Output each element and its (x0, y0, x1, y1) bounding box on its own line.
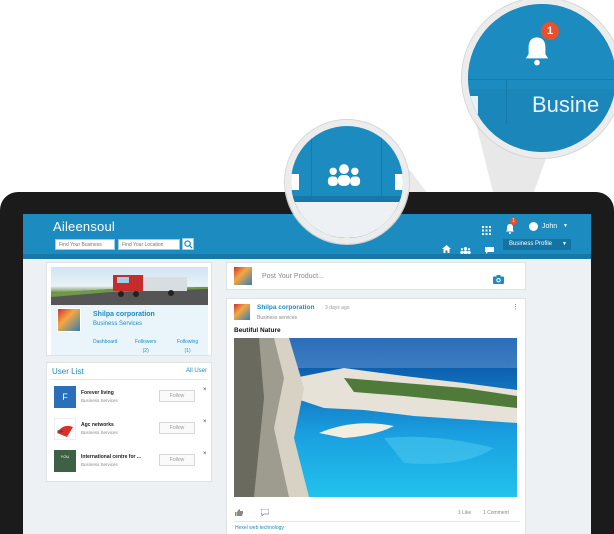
company-logo[interactable]: F (54, 386, 76, 408)
post-author-type: Business services (257, 315, 298, 321)
like-icon[interactable] (235, 509, 243, 518)
list-item: agc Agc networks Business Services Follo… (51, 417, 207, 443)
profile-card: Shilpa corporation Business Services Das… (46, 262, 212, 356)
like-count[interactable]: 1 Like (458, 510, 471, 516)
comment-count[interactable]: 1 Comment (483, 510, 509, 516)
app-screen: Aileensoul 1 John ▼ (23, 214, 591, 534)
notification-magnifier: 1 Busine (468, 4, 614, 152)
company-type: Business Services (81, 398, 118, 403)
stat-count: (1) (184, 348, 191, 354)
all-user-link[interactable]: All User (186, 368, 207, 374)
business-profile-zoom-label: Busine (532, 92, 600, 117)
bell-icon[interactable]: 1 (505, 218, 517, 239)
company-name[interactable]: Agc networks (81, 422, 114, 428)
close-icon[interactable]: × (203, 419, 207, 425)
profile-avatar[interactable] (57, 308, 81, 332)
people-magnifier (291, 126, 403, 238)
post-image[interactable] (234, 338, 517, 497)
divider (51, 379, 207, 380)
post-title: Beutiful Nature (234, 327, 281, 334)
post-composer: Post Your Product... (226, 262, 526, 290)
list-item: YOU International centre for ... Busines… (51, 449, 207, 475)
caret-down-icon: ▼ (563, 223, 568, 229)
search-button[interactable] (182, 238, 194, 250)
post-card: Shilpa corporation · 3 days ago Business… (226, 298, 526, 534)
user-list-card: User List All User F Forever living Busi… (46, 362, 212, 482)
search-icon (184, 240, 193, 249)
search-business-input[interactable] (55, 239, 115, 250)
home-icon (291, 174, 299, 190)
company-logo[interactable]: agc (54, 418, 76, 440)
company-name[interactable]: International centre for ... (81, 454, 141, 460)
post-timestamp: · 3 days ago (322, 305, 350, 311)
comment-icon[interactable] (260, 508, 270, 518)
follow-button[interactable]: Follow (159, 390, 195, 402)
profile-name[interactable]: Shilpa corporation (93, 311, 155, 318)
profile-type: Business Services (93, 321, 143, 327)
caret-down-icon: ▼ (562, 241, 567, 247)
post-author-name[interactable]: Shilpa corporation (257, 304, 314, 311)
people-icon (327, 164, 361, 191)
notification-badge: 1 (510, 218, 517, 225)
profile-cover-image (51, 267, 208, 305)
search-location-input[interactable] (118, 239, 180, 250)
company-logo[interactable]: YOU (54, 450, 76, 472)
close-icon[interactable]: × (203, 451, 207, 457)
user-avatar-icon (529, 222, 538, 231)
camera-icon[interactable] (493, 271, 504, 289)
stat-count: (2) (142, 348, 149, 354)
follow-button[interactable]: Follow (159, 454, 195, 466)
brand-logo[interactable]: Aileensoul (53, 219, 115, 234)
stat-followers[interactable]: Followers (2) (135, 339, 156, 354)
company-name[interactable]: Forever living (81, 390, 114, 396)
user-name: John (542, 223, 558, 230)
profile-info: Shilpa corporation Business Services Das… (51, 305, 208, 355)
business-profile-label: Business Profile (509, 241, 553, 247)
marketing-illustration: Aileensoul 1 John ▼ (0, 0, 614, 534)
next-post-author[interactable]: Hexel web technology (235, 525, 284, 531)
post-author-avatar[interactable] (234, 304, 250, 320)
stat-label: Followers (135, 339, 157, 345)
user-list-title: User List (52, 367, 84, 376)
composer-input[interactable]: Post Your Product... (262, 273, 324, 280)
chat-icon (395, 174, 403, 190)
apps-grid-icon[interactable] (482, 222, 491, 240)
close-icon[interactable]: × (203, 387, 207, 393)
more-options-icon[interactable]: ⋮ (512, 303, 519, 311)
stat-following[interactable]: Following (1) (177, 339, 198, 354)
stat-label: Following (177, 339, 199, 345)
stat-label: Dashboard (93, 339, 118, 345)
business-profile-dropdown[interactable]: Business Profile ▼ (503, 239, 571, 250)
divider (234, 521, 520, 522)
svg-text:agc: agc (57, 428, 63, 433)
chat-icon (468, 96, 478, 114)
follow-button[interactable]: Follow (159, 422, 195, 434)
notification-badge: 1 (541, 22, 559, 40)
navbar-divider (23, 254, 591, 259)
list-item: F Forever living Business Services Follo… (51, 385, 207, 411)
company-type: Business Services (81, 430, 118, 435)
stat-dashboard[interactable]: Dashboard (93, 339, 117, 345)
company-type: Business Services (81, 462, 118, 467)
composer-avatar (234, 267, 252, 285)
